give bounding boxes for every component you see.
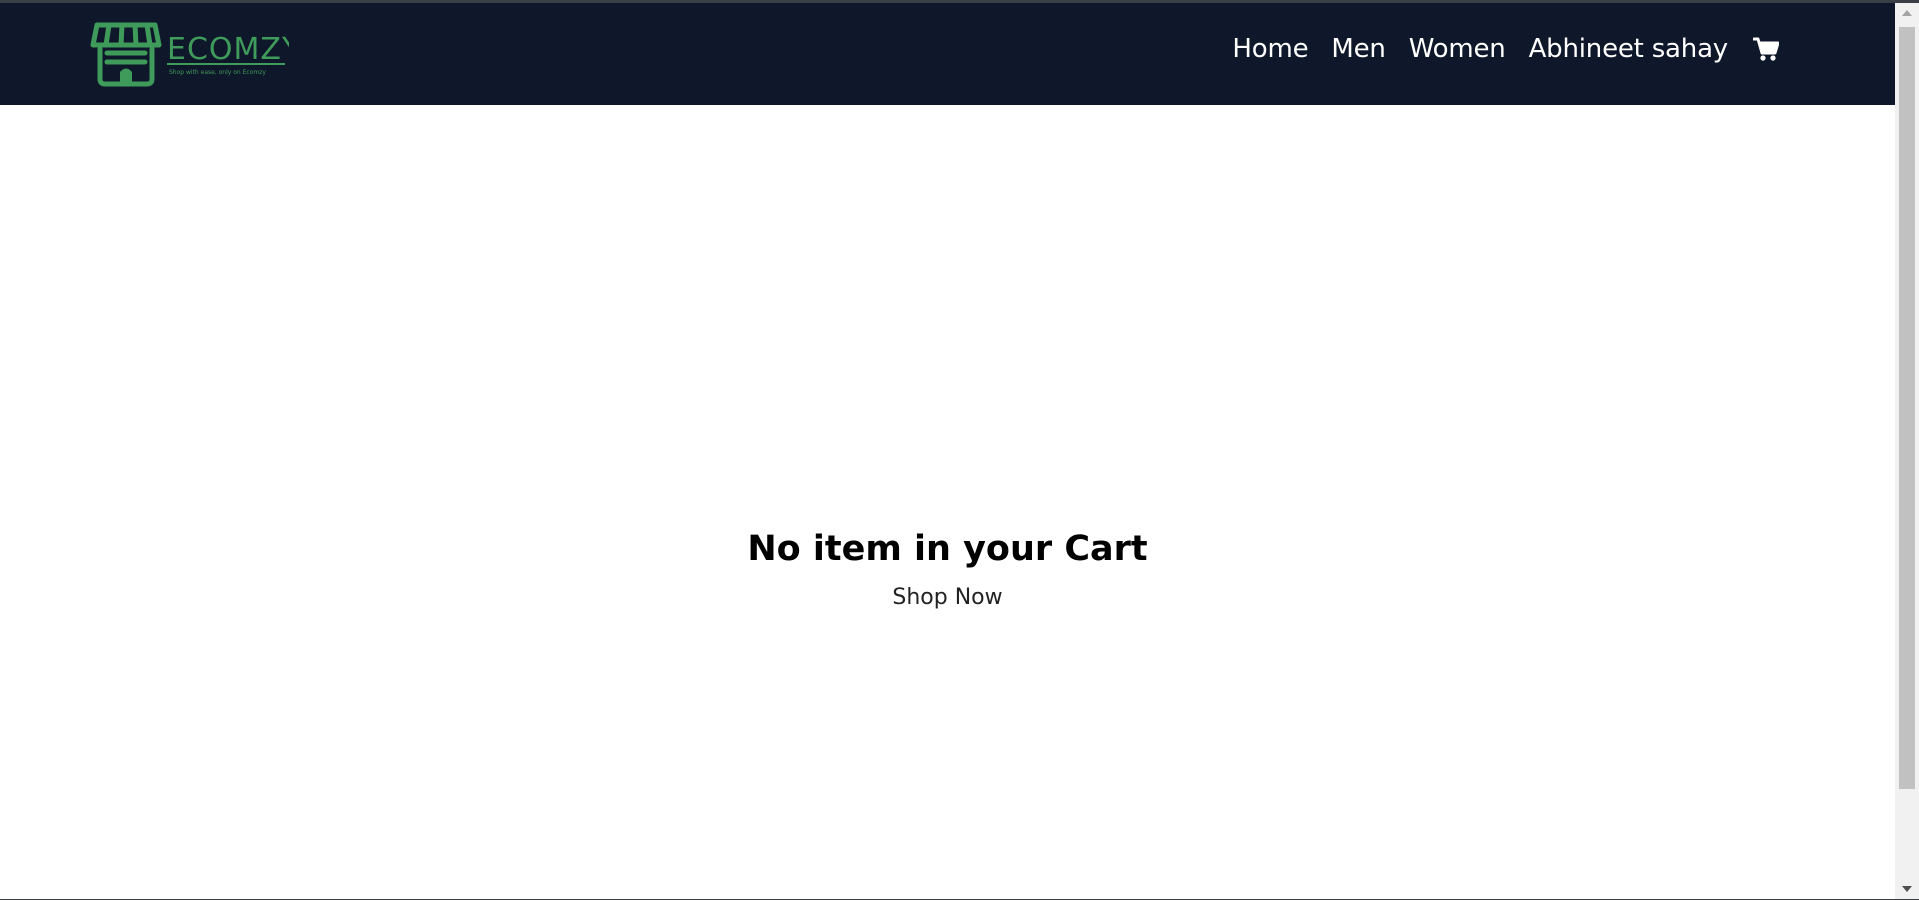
nav-link-user[interactable]: Abhineet sahay bbox=[1529, 23, 1729, 75]
brand-logo[interactable]: ECOMZY Shop with ease, only on Ecomzy bbox=[89, 21, 289, 89]
scroll-up-arrow-icon[interactable] bbox=[1895, 3, 1919, 23]
brand-tagline: Shop with ease, only on Ecomzy bbox=[169, 69, 266, 76]
nav-links: Home Men Women Abhineet sahay bbox=[1232, 23, 1779, 75]
navbar: ECOMZY Shop with ease, only on Ecomzy Ho… bbox=[0, 3, 1895, 105]
scroll-down-arrow-icon[interactable] bbox=[1895, 879, 1919, 899]
nav-link-women[interactable]: Women bbox=[1409, 23, 1506, 75]
shop-now-wrapper: Shop Now bbox=[0, 583, 1895, 613]
cart-content: No item in your Cart Shop Now bbox=[0, 105, 1895, 899]
nav-link-men[interactable]: Men bbox=[1331, 23, 1386, 75]
nav-link-home[interactable]: Home bbox=[1232, 23, 1308, 75]
browser-viewport: ECOMZY Shop with ease, only on Ecomzy Ho… bbox=[0, 0, 1919, 900]
vertical-scrollbar[interactable] bbox=[1895, 3, 1919, 899]
page: ECOMZY Shop with ease, only on Ecomzy Ho… bbox=[0, 3, 1895, 899]
store-logo-icon: ECOMZY Shop with ease, only on Ecomzy bbox=[90, 22, 289, 87]
scrollbar-thumb[interactable] bbox=[1899, 27, 1915, 789]
brand-wordmark: ECOMZY bbox=[167, 32, 289, 67]
shop-now-button[interactable]: Shop Now bbox=[892, 585, 1002, 610]
shopping-cart-icon bbox=[1753, 37, 1779, 61]
cart-button[interactable] bbox=[1753, 36, 1779, 62]
empty-cart-message: No item in your Cart bbox=[747, 529, 1148, 569]
